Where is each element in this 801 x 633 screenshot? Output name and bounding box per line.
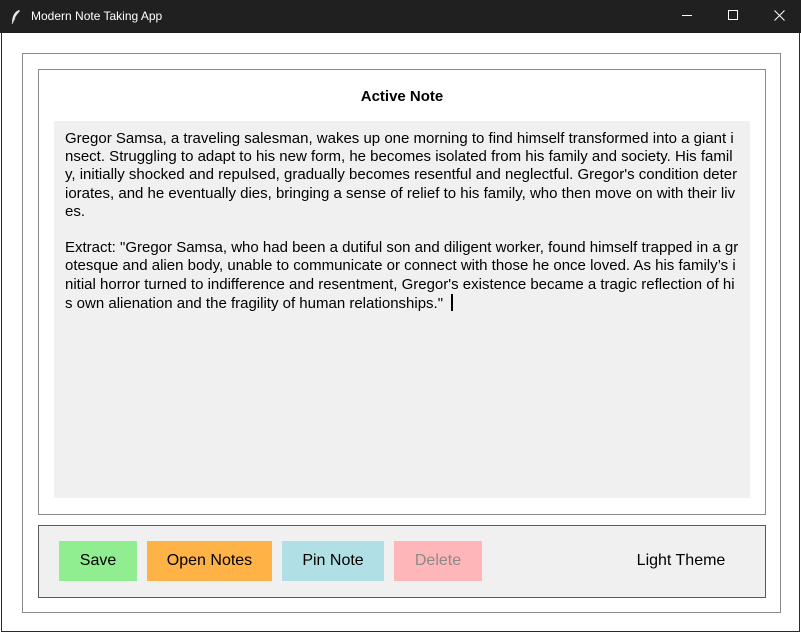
theme-toggle-button[interactable]: Light Theme	[622, 541, 740, 581]
note-heading: Active Note	[360, 88, 444, 105]
pin-note-button[interactable]: Pin Note	[282, 541, 384, 581]
save-button[interactable]: Save	[59, 541, 137, 581]
minimize-icon	[681, 8, 693, 26]
close-button[interactable]	[756, 0, 801, 33]
close-icon	[773, 8, 785, 26]
maximize-icon	[727, 8, 739, 26]
feather-icon	[9, 9, 23, 25]
window-title: Modern Note Taking App	[31, 9, 163, 23]
title-bar: Modern Note Taking App	[0, 0, 801, 33]
minimize-button[interactable]	[664, 0, 710, 33]
note-text-area[interactable]: Gregor Samsa, a traveling salesman, wake…	[54, 121, 750, 498]
note-content: Gregor Samsa, a traveling salesman, wake…	[65, 130, 739, 312]
delete-button[interactable]: Delete	[394, 541, 482, 581]
text-caret	[451, 293, 454, 311]
maximize-button[interactable]	[710, 0, 756, 33]
open-notes-button[interactable]: Open Notes	[147, 541, 272, 581]
